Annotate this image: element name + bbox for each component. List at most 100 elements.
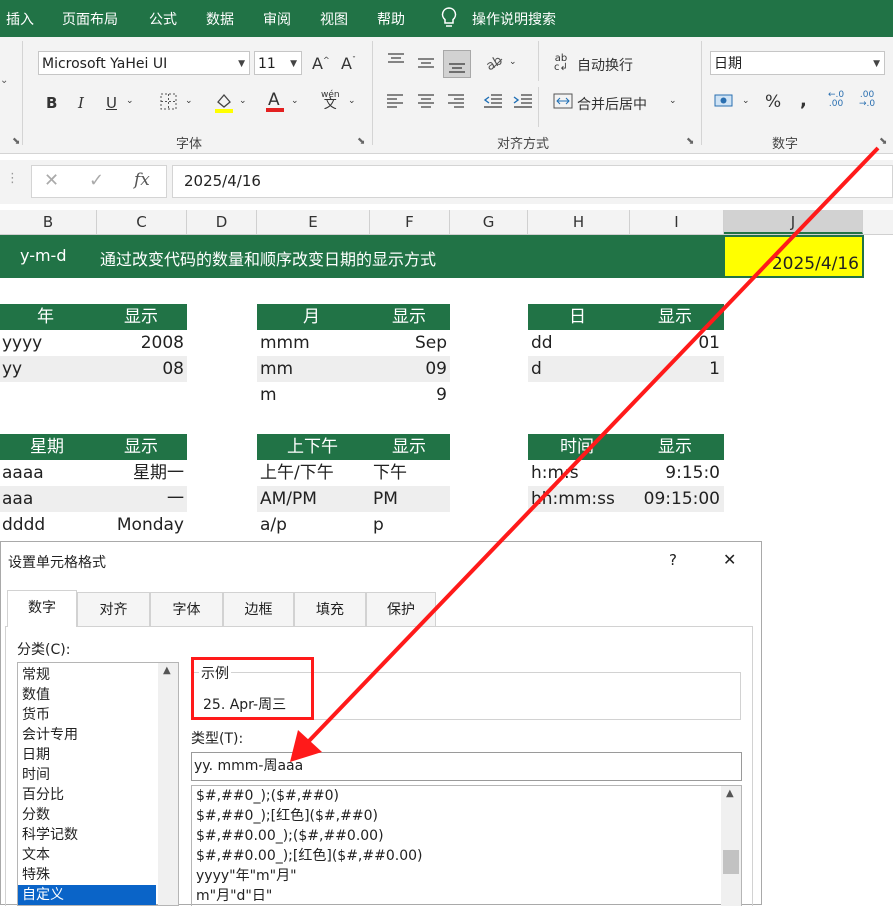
scroll-up-icon[interactable]: ▲	[726, 788, 734, 799]
increase-decimal-icon[interactable]: ←.0.00	[828, 91, 844, 109]
cell-value[interactable]: 08	[97, 356, 184, 382]
chevron-down-icon[interactable]: ⌄	[291, 96, 299, 106]
increase-font-icon[interactable]: A^	[312, 54, 330, 73]
column-header-h[interactable]: H	[528, 210, 630, 234]
scroll-thumb[interactable]	[723, 850, 739, 874]
wrap-text-button[interactable]: 自动换行	[577, 55, 633, 75]
list-item[interactable]: 数值	[18, 685, 156, 705]
chevron-down-icon[interactable]: ⌄	[509, 57, 517, 67]
column-header-d[interactable]: D	[187, 210, 257, 234]
align-middle-icon[interactable]	[416, 55, 436, 77]
cell-code[interactable]: dd	[531, 330, 553, 356]
chevron-down-icon[interactable]: ⌄	[348, 96, 356, 106]
cell-value[interactable]: 1	[630, 356, 720, 382]
chevron-down-icon[interactable]: ⌄	[742, 96, 750, 106]
scrollbar[interactable]: ▲	[158, 663, 178, 905]
column-header-c[interactable]: C	[97, 210, 187, 234]
menu-help[interactable]: 帮助	[377, 9, 405, 29]
cell-code[interactable]: h:m:s	[531, 460, 579, 486]
list-item[interactable]: 科学记数	[18, 825, 156, 845]
search-tell-me[interactable]: 操作说明搜索	[472, 9, 556, 29]
orientation-icon[interactable]: ab	[484, 51, 506, 75]
align-left-icon[interactable]	[386, 93, 404, 113]
italic-button[interactable]: I	[78, 94, 84, 112]
list-item[interactable]: 百分比	[18, 785, 156, 805]
format-item[interactable]: yyyy"年"m"月"	[196, 866, 297, 886]
close-button[interactable]: ✕	[723, 550, 736, 569]
insert-function-icon[interactable]: fx	[134, 170, 150, 190]
dialog-launcher-icon[interactable]: ⬊	[12, 136, 20, 147]
cell-code[interactable]: yyyy	[2, 330, 42, 356]
enter-check-icon[interactable]: ✓	[89, 170, 104, 191]
type-input[interactable]: yy. mmm-周aaa	[191, 752, 742, 781]
format-item[interactable]: $#,##0_);[红色]($#,##0)	[196, 806, 378, 826]
list-item-selected[interactable]: 自定义	[18, 885, 156, 905]
list-item[interactable]: 常规	[18, 665, 156, 685]
menu-view[interactable]: 视图	[320, 9, 348, 29]
cell-code[interactable]: AM/PM	[260, 486, 317, 512]
phonetic-icon[interactable]: wén 文	[321, 91, 340, 112]
fill-color-icon[interactable]	[213, 91, 235, 117]
list-item[interactable]: 时间	[18, 765, 156, 785]
cell-code[interactable]: m	[260, 382, 277, 408]
font-color-icon[interactable]: A	[264, 89, 286, 117]
list-item[interactable]: 分数	[18, 805, 156, 825]
cell-value[interactable]: 9	[370, 382, 447, 408]
format-item[interactable]: $#,##0_);($#,##0)	[196, 786, 339, 806]
bold-button[interactable]: B	[46, 94, 57, 112]
cell-code[interactable]: d	[531, 356, 542, 382]
percent-button[interactable]: %	[765, 92, 781, 112]
cell-code[interactable]: aaa	[2, 486, 33, 512]
menu-insert[interactable]: 插入	[6, 9, 34, 29]
banner-text[interactable]: 通过改变代码的数量和顺序改变日期的显示方式	[100, 246, 436, 270]
cancel-icon[interactable]: ✕	[44, 170, 59, 191]
grip-icon[interactable]: ⋮	[6, 171, 19, 186]
merge-center-icon[interactable]	[553, 93, 573, 113]
cell-code[interactable]: hh:mm:ss	[531, 486, 615, 512]
cell-value[interactable]: Monday	[97, 512, 184, 538]
lightbulb-icon[interactable]	[440, 7, 458, 33]
format-item[interactable]: $#,##0.00_);($#,##0.00)	[196, 826, 384, 846]
cell-value[interactable]: 09:15:00	[630, 486, 720, 512]
dialog-launcher-icon[interactable]: ⬊	[879, 136, 887, 147]
align-bottom-icon[interactable]	[443, 50, 471, 78]
underline-button[interactable]: U	[106, 94, 117, 112]
tab-protection[interactable]: 保护	[366, 592, 436, 626]
merge-center-button[interactable]: 合并后居中	[577, 94, 647, 114]
column-header-b[interactable]: B	[0, 210, 97, 234]
tab-border[interactable]: 边框	[223, 592, 294, 626]
align-right-icon[interactable]	[447, 93, 465, 113]
cell-code[interactable]: a/p	[260, 512, 287, 538]
column-header-g[interactable]: G	[450, 210, 528, 234]
list-item[interactable]: 特殊	[18, 865, 156, 885]
help-button[interactable]: ?	[669, 551, 677, 569]
format-item[interactable]: m"月"d"日"	[196, 886, 272, 906]
column-header-i[interactable]: I	[630, 210, 724, 234]
dialog-launcher-icon[interactable]: ⬊	[686, 136, 694, 147]
decrease-indent-icon[interactable]	[483, 93, 503, 113]
selected-cell-j[interactable]: 2025/4/16	[723, 235, 864, 278]
decrease-font-icon[interactable]: Aˇ	[341, 54, 356, 73]
menu-review[interactable]: 审阅	[263, 9, 291, 29]
tab-number[interactable]: 数字	[7, 590, 77, 627]
list-item[interactable]: 日期	[18, 745, 156, 765]
scrollbar[interactable]: ▲	[721, 786, 741, 906]
cell-code[interactable]: mm	[260, 356, 293, 382]
cell-value[interactable]: Sep	[370, 330, 447, 356]
format-item[interactable]: $#,##0.00_);[红色]($#,##0.00)	[196, 846, 422, 866]
cell-value[interactable]: 9:15:0	[630, 460, 720, 486]
font-size-box[interactable]: 11 ▼	[254, 51, 302, 75]
list-item[interactable]: 会计专用	[18, 725, 156, 745]
tab-alignment[interactable]: 对齐	[77, 592, 150, 626]
column-header-f[interactable]: F	[370, 210, 450, 234]
border-icon[interactable]	[160, 93, 178, 115]
dialog-launcher-icon[interactable]: ⬊	[357, 136, 365, 147]
font-name-box[interactable]: Microsoft YaHei UI ▼	[38, 51, 250, 75]
list-item[interactable]: 货币	[18, 705, 156, 725]
chevron-down-icon[interactable]: ▼	[290, 52, 297, 76]
increase-indent-icon[interactable]	[513, 93, 533, 113]
menu-page-layout[interactable]: 页面布局	[62, 9, 118, 29]
decrease-decimal-icon[interactable]: .00 →.0	[859, 91, 875, 109]
cell-code[interactable]: aaaa	[2, 460, 44, 486]
banner-code[interactable]: y-m-d	[20, 246, 66, 265]
